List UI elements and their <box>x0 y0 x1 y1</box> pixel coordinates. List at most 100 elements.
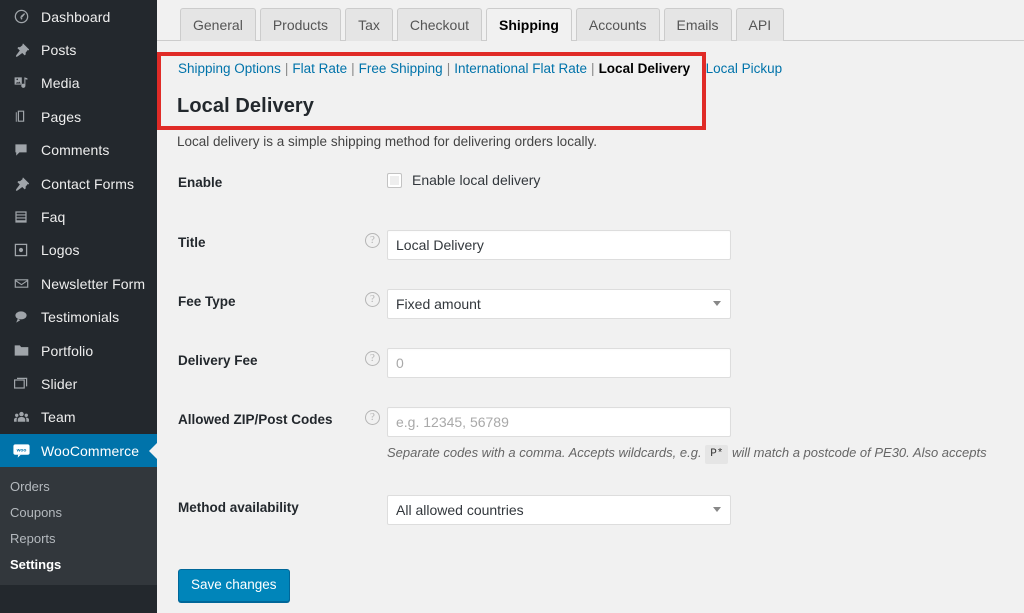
help-icon[interactable]: ? <box>365 351 380 366</box>
field-label-enable: Enable <box>178 175 223 190</box>
subnav-item-shipping-options[interactable]: Shipping Options <box>178 61 281 76</box>
field-control-title: ? <box>365 230 1024 260</box>
sidebar-item-slider[interactable]: Slider <box>0 367 157 400</box>
title-input[interactable] <box>387 230 731 260</box>
enable-local-delivery-label[interactable]: Enable local delivery <box>412 172 540 188</box>
allowed-zip-codes-input[interactable] <box>387 407 731 437</box>
submenu-item-reports[interactable]: Reports <box>0 525 157 551</box>
tab-accounts[interactable]: Accounts <box>575 8 660 41</box>
page-intro-text: Local delivery is a simple shipping meth… <box>177 134 597 149</box>
tab-emails[interactable]: Emails <box>663 8 732 41</box>
delivery-fee-input[interactable] <box>387 348 731 378</box>
subnav-separator: | <box>591 61 595 76</box>
sidebar-item-label: Faq <box>41 209 66 226</box>
sidebar-item-posts[interactable]: Posts <box>0 33 157 66</box>
sidebar-item-media[interactable]: Media <box>0 67 157 100</box>
dashboard-icon <box>10 7 32 27</box>
sidebar-item-label: Newsletter Form <box>41 275 146 292</box>
sidebar-item-label: Pages <box>41 108 82 125</box>
shipping-subnav: Shipping Options | Flat Rate | Free Shipping… <box>178 60 782 77</box>
speech-bubble-icon <box>10 307 32 327</box>
field-label-method-availability: Method availability <box>178 500 299 515</box>
form-row-method-availability: Method availability All allowed countrie… <box>157 495 1024 545</box>
content-area: General Products Tax Checkout Shipping A… <box>157 0 1024 613</box>
tab-checkout[interactable]: Checkout <box>396 8 483 41</box>
field-control-allowed-zip-codes: ? Separate codes with a comma. Accepts w… <box>365 407 1024 464</box>
comment-icon <box>10 140 32 160</box>
allowed-zip-codes-hint: Separate codes with a comma. Accepts wil… <box>387 444 1024 464</box>
active-arrow-icon <box>149 441 157 460</box>
enable-local-delivery-checkbox[interactable] <box>387 172 402 188</box>
settings-tabs: General Products Tax Checkout Shipping A… <box>180 8 788 41</box>
sidebar-item-label: Team <box>41 409 76 426</box>
sidebar-item-label: Media <box>41 75 80 92</box>
sidebar-item-comments[interactable]: Comments <box>0 134 157 167</box>
sidebar-item-logos[interactable]: Logos <box>0 234 157 267</box>
save-changes-button[interactable]: Save changes <box>178 569 290 602</box>
form-row-enable: Enable Enable local delivery <box>157 170 1024 230</box>
sidebar-item-label: WooCommerce <box>41 442 140 459</box>
sidebar-item-portfolio[interactable]: Portfolio <box>0 334 157 367</box>
field-label-fee-type: Fee Type <box>178 294 236 309</box>
tab-api[interactable]: API <box>735 8 785 41</box>
field-label-allowed-zip-codes: Allowed ZIP/Post Codes <box>178 412 333 427</box>
sidebar-item-label: Comments <box>41 142 110 159</box>
subnav-separator: | <box>351 61 355 76</box>
field-control-delivery-fee: ? <box>365 348 1024 378</box>
sidebar-item-testimonials[interactable]: Testimonials <box>0 301 157 334</box>
form-row-delivery-fee: Delivery Fee ? <box>157 348 1024 407</box>
subnav-item-international-flat-rate[interactable]: International Flat Rate <box>454 61 587 76</box>
folder-icon <box>10 341 32 361</box>
slides-icon <box>10 374 32 394</box>
pin-icon <box>10 40 32 60</box>
field-label-delivery-fee: Delivery Fee <box>178 353 258 368</box>
form-row-allowed-zip-codes: Allowed ZIP/Post Codes ? Separate codes … <box>157 407 1024 495</box>
subnav-item-free-shipping[interactable]: Free Shipping <box>359 61 443 76</box>
people-icon <box>10 407 32 427</box>
page-title: Local Delivery <box>177 95 315 117</box>
submenu-item-orders[interactable]: Orders <box>0 473 157 499</box>
subnav-separator: | <box>284 61 289 76</box>
help-icon[interactable]: ? <box>365 410 380 425</box>
sidebar-item-team[interactable]: Team <box>0 401 157 434</box>
enable-local-delivery-checkbox-row[interactable]: Enable local delivery <box>387 170 1024 188</box>
method-availability-select[interactable]: All allowed countries <box>387 495 731 525</box>
field-control-method-availability: All allowed countries <box>387 495 1024 525</box>
pin-icon <box>10 174 32 194</box>
list-icon <box>10 207 32 227</box>
sidebar-item-pages[interactable]: Pages <box>0 100 157 133</box>
subnav-item-local-delivery[interactable]: Local Delivery <box>599 61 691 76</box>
woocommerce-icon: woo <box>10 441 32 461</box>
help-icon[interactable]: ? <box>365 292 380 307</box>
method-availability-select-wrap: All allowed countries <box>387 495 731 525</box>
sidebar-item-contact-forms[interactable]: Contact Forms <box>0 167 157 200</box>
sidebar-item-label: Portfolio <box>41 342 94 359</box>
pages-icon <box>10 107 32 127</box>
subnav-separator: | <box>446 61 451 76</box>
local-delivery-settings-form: Enable Enable local delivery Title ? Loc… <box>157 170 1024 602</box>
field-label-title: Title <box>178 235 206 250</box>
sidebar-item-newsletter-form[interactable]: Newsletter Form <box>0 267 157 300</box>
form-row-fee-type: Fee Type ? Fixed amount <box>157 289 1024 348</box>
admin-screen: Dashboard Posts Media Pages Comments Con… <box>0 0 1024 613</box>
fee-type-select[interactable]: Fixed amount <box>387 289 731 319</box>
subnav-item-flat-rate[interactable]: Flat Rate <box>292 61 347 76</box>
sidebar-item-woocommerce[interactable]: woo WooCommerce <box>0 434 157 468</box>
help-icon[interactable]: ? <box>365 233 380 248</box>
admin-sidebar: Dashboard Posts Media Pages Comments Con… <box>0 0 157 613</box>
hint-wildcard-code: P* <box>705 445 729 464</box>
submenu-item-coupons[interactable]: Coupons <box>0 499 157 525</box>
tab-products[interactable]: Products <box>259 8 342 41</box>
tab-shipping[interactable]: Shipping <box>486 8 572 41</box>
subnav-item-local-pickup[interactable]: Local Pickup <box>706 61 783 76</box>
submenu-item-settings[interactable]: Settings <box>0 551 157 577</box>
field-control-fee-type: ? Fixed amount <box>365 289 1024 319</box>
tab-general[interactable]: General <box>180 8 256 41</box>
hint-text-after: will match a postcode of PE30. Also acce… <box>732 445 987 460</box>
sidebar-item-label: Dashboard <box>41 8 111 25</box>
form-row-title: Title ? <box>157 230 1024 289</box>
sidebar-item-label: Slider <box>41 375 78 392</box>
tab-tax[interactable]: Tax <box>345 8 393 41</box>
sidebar-item-dashboard[interactable]: Dashboard <box>0 0 157 33</box>
sidebar-item-faq[interactable]: Faq <box>0 200 157 233</box>
